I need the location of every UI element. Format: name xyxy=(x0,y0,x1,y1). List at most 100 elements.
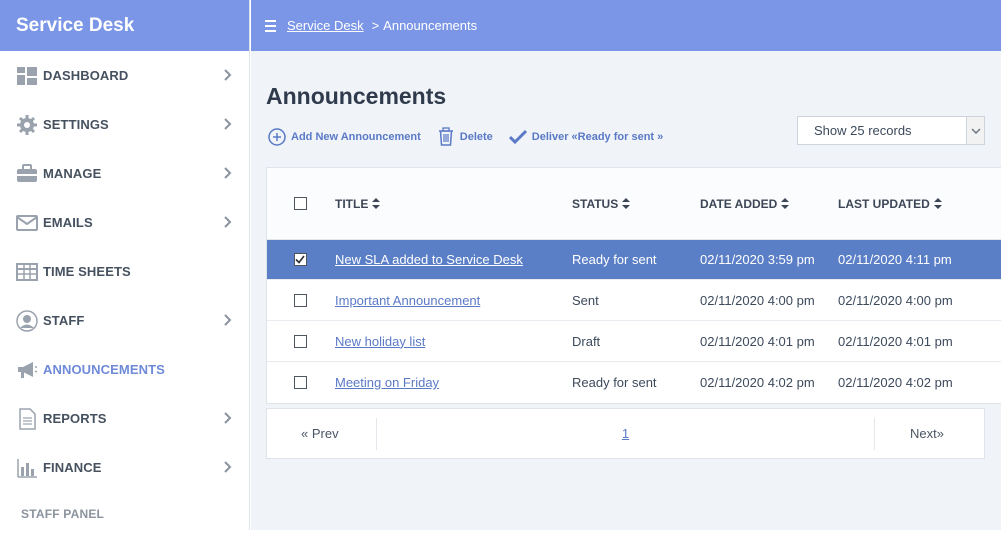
table-grid-icon xyxy=(15,260,39,284)
select-all-checkbox[interactable] xyxy=(293,197,307,210)
sort-icon xyxy=(781,198,790,209)
table-row[interactable]: New holiday list Draft 02/11/2020 4:01 p… xyxy=(267,321,1001,362)
sidebar-item-label: STAFF xyxy=(43,313,85,328)
sidebar-item-label: EMAILS xyxy=(43,215,93,230)
last-updated-cell: 02/11/2020 4:01 pm xyxy=(838,333,953,349)
announcement-title-link[interactable]: Important Announcement xyxy=(335,293,480,308)
column-header-status[interactable]: STATUS xyxy=(572,197,700,211)
briefcase-icon xyxy=(15,162,39,186)
add-announcement-label: Add New Announcement xyxy=(291,130,421,143)
status-cell: Draft xyxy=(572,333,601,349)
chevron-right-icon xyxy=(224,118,232,130)
topbar: Service Desk > Announcements xyxy=(251,0,1001,51)
gear-icon xyxy=(15,113,39,137)
sidebar-item-staff[interactable]: STAFF xyxy=(0,296,249,345)
deliver-label: Deliver «Ready for sent » xyxy=(531,130,664,143)
sidebar-item-manage[interactable]: MANAGE xyxy=(0,149,249,198)
records-per-page-value: Show 25 records xyxy=(814,123,912,138)
envelope-icon xyxy=(15,211,39,235)
page-number-link[interactable]: 1 xyxy=(377,426,874,441)
page-bottom-edge xyxy=(0,530,1001,547)
user-icon xyxy=(15,309,39,333)
sidebar-item-label: DASHBOARD xyxy=(43,68,129,83)
status-cell: Sent xyxy=(572,292,599,308)
column-header-last-updated[interactable]: LAST UPDATED xyxy=(838,197,998,211)
last-updated-cell: 02/11/2020 4:11 pm xyxy=(838,252,952,267)
row-checkbox[interactable] xyxy=(293,293,307,307)
sidebar-item-label: FINANCE xyxy=(43,460,102,475)
row-checkbox[interactable] xyxy=(293,334,307,348)
document-icon xyxy=(15,407,39,431)
sidebar: Service Desk DASHBOARD SETTINGS MANAGE E… xyxy=(0,0,250,530)
checkmark-icon xyxy=(295,255,305,264)
plus-circle-icon xyxy=(268,127,286,146)
sidebar-item-settings[interactable]: SETTINGS xyxy=(0,100,249,149)
date-added-cell: 02/11/2020 4:00 pm xyxy=(700,292,815,308)
sidebar-item-label: MANAGE xyxy=(43,166,102,181)
column-header-label: DATE ADDED xyxy=(700,196,778,211)
main-content: Announcements Add New Announcement Delet… xyxy=(251,51,1001,530)
column-header-date-added[interactable]: DATE ADDED xyxy=(700,197,838,211)
sort-icon xyxy=(372,198,381,209)
sidebar-item-reports[interactable]: REPORTS xyxy=(0,394,249,443)
sidebar-item-label: REPORTS xyxy=(43,411,107,426)
breadcrumb-current: Announcements xyxy=(383,18,478,33)
next-page-button[interactable]: Next» xyxy=(874,417,984,450)
add-announcement-button[interactable]: Add New Announcement xyxy=(268,127,421,146)
brand-title[interactable]: Service Desk xyxy=(0,0,249,51)
checkmark-icon xyxy=(508,129,527,144)
row-checkbox[interactable] xyxy=(293,376,307,389)
sidebar-item-emails[interactable]: EMAILS xyxy=(0,198,249,247)
column-header-label: STATUS xyxy=(572,196,619,211)
chevron-right-icon xyxy=(224,69,232,81)
table-header: TITLE STATUS DATE ADDED LAST UPDATED xyxy=(267,168,1001,240)
last-updated-cell: 02/11/2020 4:02 pm xyxy=(838,375,953,390)
status-cell: Ready for sent xyxy=(572,252,657,267)
records-per-page-select[interactable]: Show 25 records xyxy=(797,116,985,145)
chevron-right-icon xyxy=(224,461,232,473)
sidebar-item-finance[interactable]: FINANCE xyxy=(0,443,249,492)
announcement-title-link[interactable]: New holiday list xyxy=(335,334,425,349)
dashboard-icon xyxy=(15,64,39,88)
chevron-right-icon xyxy=(224,412,232,424)
breadcrumb-service-desk[interactable]: Service Desk xyxy=(287,18,364,33)
prev-page-button[interactable]: « Prev xyxy=(267,417,377,450)
announcement-title-link[interactable]: New SLA added to Service Desk xyxy=(335,252,523,267)
page-title: Announcements xyxy=(266,83,447,109)
table-row[interactable]: Meeting on Friday Ready for sent 02/11/2… xyxy=(267,362,1001,403)
announcement-title-link[interactable]: Meeting on Friday xyxy=(335,375,439,390)
column-header-title[interactable]: TITLE xyxy=(335,197,572,211)
breadcrumb-separator: > xyxy=(371,18,380,33)
sidebar-item-dashboard[interactable]: DASHBOARD xyxy=(0,51,249,100)
announcements-table: TITLE STATUS DATE ADDED LAST UPDATED New… xyxy=(266,167,1001,404)
sidebar-item-label: TIME SHEETS xyxy=(43,264,131,279)
bar-chart-icon xyxy=(15,456,39,480)
sort-icon xyxy=(933,198,942,209)
chevron-right-icon xyxy=(224,314,232,326)
table-row[interactable]: Important Announcement Sent 02/11/2020 4… xyxy=(267,280,1001,321)
pagination: « Prev 1 Next» xyxy=(266,408,985,459)
column-header-label: LAST UPDATED xyxy=(838,196,930,211)
date-added-cell: 02/11/2020 3:59 pm xyxy=(700,252,815,267)
deliver-button[interactable]: Deliver «Ready for sent » xyxy=(508,129,664,145)
date-added-cell: 02/11/2020 4:01 pm xyxy=(700,333,815,349)
chevron-right-icon xyxy=(224,167,232,179)
column-header-label: TITLE xyxy=(335,196,369,211)
staff-panel-label: STAFF PANEL xyxy=(21,507,105,521)
last-updated-cell: 02/11/2020 4:00 pm xyxy=(838,292,953,308)
status-cell: Ready for sent xyxy=(572,375,657,390)
row-checkbox[interactable] xyxy=(293,253,307,266)
delete-button[interactable]: Delete xyxy=(437,127,493,146)
sort-icon xyxy=(622,198,631,209)
sidebar-item-time-sheets[interactable]: TIME SHEETS xyxy=(0,247,249,296)
chevron-down-icon xyxy=(966,117,984,144)
hamburger-menu-icon[interactable] xyxy=(265,19,279,32)
delete-label: Delete xyxy=(459,130,493,143)
sidebar-item-label: ANNOUNCEMENTS xyxy=(43,362,165,377)
date-added-cell: 02/11/2020 4:02 pm xyxy=(700,375,815,390)
table-row[interactable]: New SLA added to Service Desk Ready for … xyxy=(267,240,1001,280)
chevron-right-icon xyxy=(224,216,232,228)
sidebar-item-label: SETTINGS xyxy=(43,117,109,132)
sidebar-item-announcements[interactable]: ANNOUNCEMENTS xyxy=(0,345,249,394)
trash-icon xyxy=(438,127,453,146)
